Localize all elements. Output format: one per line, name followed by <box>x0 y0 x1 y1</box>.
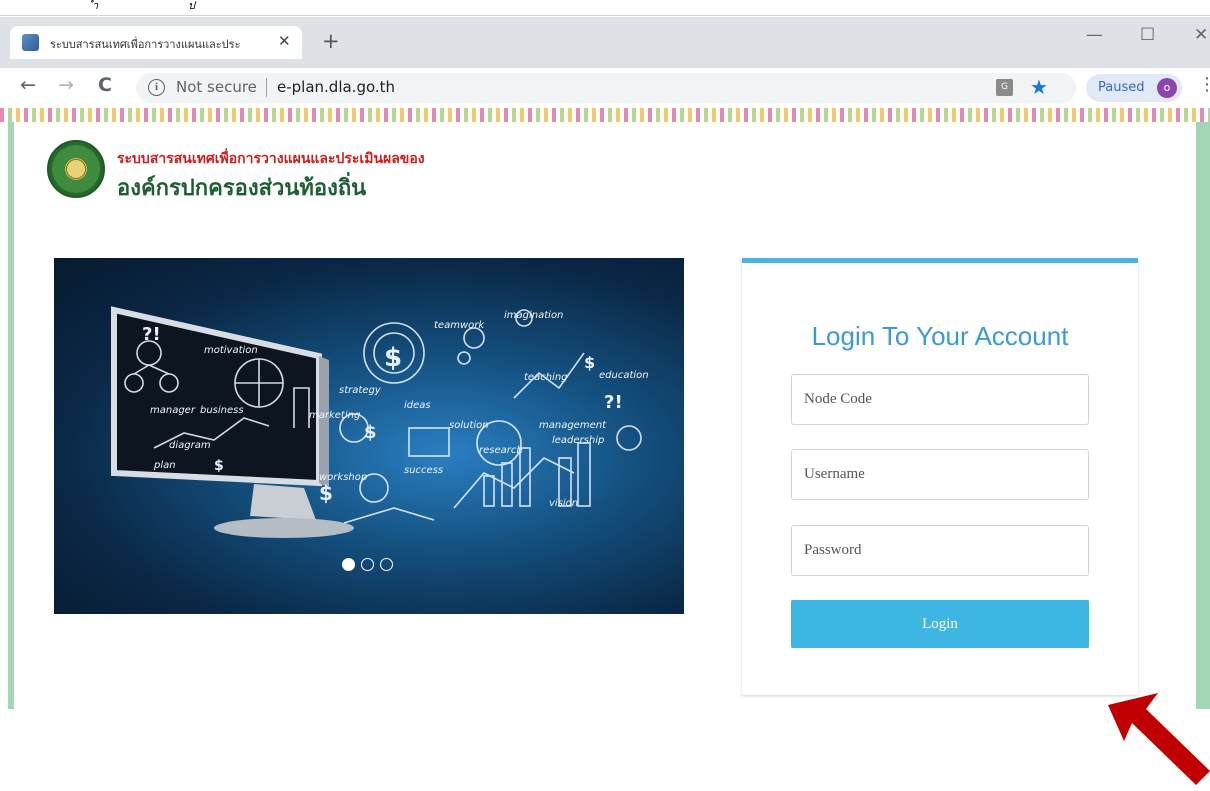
slider-word: motivation <box>204 345 258 356</box>
url-text[interactable]: e-plan.dla.go.th <box>277 78 395 96</box>
top-strip: ำ ป <box>0 0 1210 16</box>
paused-label: Paused <box>1098 80 1145 95</box>
node-code-input[interactable] <box>791 374 1089 425</box>
slider-word: teamwork <box>434 320 485 331</box>
translate-icon[interactable]: G <box>996 79 1013 96</box>
security-status: Not secure <box>176 78 257 96</box>
slider-word: ideas <box>404 400 431 411</box>
dla-seal-logo <box>47 140 105 198</box>
slider-dot-3[interactable] <box>380 558 393 571</box>
slider-word: management <box>539 420 607 431</box>
slider-word: workshop <box>319 472 367 483</box>
svg-text:$: $ <box>214 458 224 474</box>
svg-text:$: $ <box>384 343 402 373</box>
window-close-button[interactable]: ✕ <box>1194 25 1208 45</box>
slider-word: strategy <box>339 385 382 396</box>
browser-tab-bar: ระบบสารสนเทศเพื่อการวางแผนและประ ✕ + — ☐… <box>0 17 1210 68</box>
annotation-arrow-icon <box>1108 693 1210 785</box>
maximize-button[interactable]: ☐ <box>1140 25 1155 45</box>
slider-word: marketing <box>309 410 360 421</box>
slider-word: manager <box>150 405 196 416</box>
omnibox[interactable]: i Not secure e-plan.dla.go.th G ★ <box>136 73 1076 103</box>
forward-button[interactable]: → <box>58 76 74 95</box>
page-content: ระบบสารสนเทศเพื่อการวางแผนและประเมินผลขอ… <box>0 108 1210 785</box>
tab-title: ระบบสารสนเทศเพื่อการวางแผนและประ <box>50 38 241 51</box>
reload-button[interactable]: C <box>98 76 112 95</box>
username-input[interactable] <box>791 449 1089 500</box>
svg-text:?!: ?! <box>604 392 623 413</box>
browser-tab[interactable]: ระบบสารสนเทศเพื่อการวางแผนและประ ✕ <box>10 26 302 59</box>
slider-dot-1[interactable] <box>342 558 355 571</box>
right-border <box>1196 122 1210 709</box>
top-mark-2: ป <box>188 0 195 12</box>
image-slider[interactable]: $ $ $ $ $ ?! ?! motivation teamwork imagin… <box>54 258 684 614</box>
slider-word: plan <box>153 460 176 471</box>
slider-word: leadership <box>552 435 604 446</box>
new-tab-button[interactable]: + <box>322 31 340 52</box>
slider-word: imagination <box>504 310 563 321</box>
slider-dots <box>342 558 402 572</box>
slider-word: education <box>599 370 649 381</box>
slider-word: vision <box>549 498 578 509</box>
slider-word: diagram <box>169 440 211 451</box>
omnibox-divider <box>266 78 267 97</box>
left-border <box>8 122 14 709</box>
svg-text:$: $ <box>364 422 377 443</box>
address-bar: ← → C i Not secure e-plan.dla.go.th G ★ … <box>0 68 1210 108</box>
slider-word: solution <box>449 420 489 431</box>
svg-text:$: $ <box>584 353 595 372</box>
profile-avatar: o <box>1157 78 1177 98</box>
login-card: Login To Your Account Login <box>742 258 1138 695</box>
slider-word: business <box>200 405 244 416</box>
profile-paused-button[interactable]: Paused o <box>1086 74 1182 102</box>
back-button[interactable]: ← <box>20 76 36 95</box>
site-favicon-icon <box>22 34 39 51</box>
info-icon[interactable]: i <box>148 79 165 96</box>
bookmark-star-icon[interactable]: ★ <box>1030 75 1048 99</box>
slider-word: teaching <box>524 372 568 383</box>
decorative-stripe <box>0 108 1210 122</box>
tab-close-icon[interactable]: ✕ <box>278 32 291 50</box>
svg-text:$: $ <box>319 481 333 505</box>
site-title-line2: องค์กรปกครองส่วนท้องถิ่น <box>117 176 367 201</box>
login-heading: Login To Your Account <box>811 321 1069 351</box>
password-input[interactable] <box>791 525 1089 576</box>
login-button[interactable]: Login <box>791 600 1089 648</box>
browser-menu-icon[interactable]: ⋮ <box>1198 76 1210 94</box>
svg-text:?!: ?! <box>142 324 161 345</box>
slider-word: research <box>479 445 523 456</box>
slider-dot-2[interactable] <box>361 558 374 571</box>
slider-word: success <box>404 465 443 476</box>
top-mark-1: ำ <box>92 0 99 12</box>
minimize-button[interactable]: — <box>1086 25 1103 45</box>
site-title-line1: ระบบสารสนเทศเพื่อการวางแผนและประเมินผลขอ… <box>117 151 425 167</box>
